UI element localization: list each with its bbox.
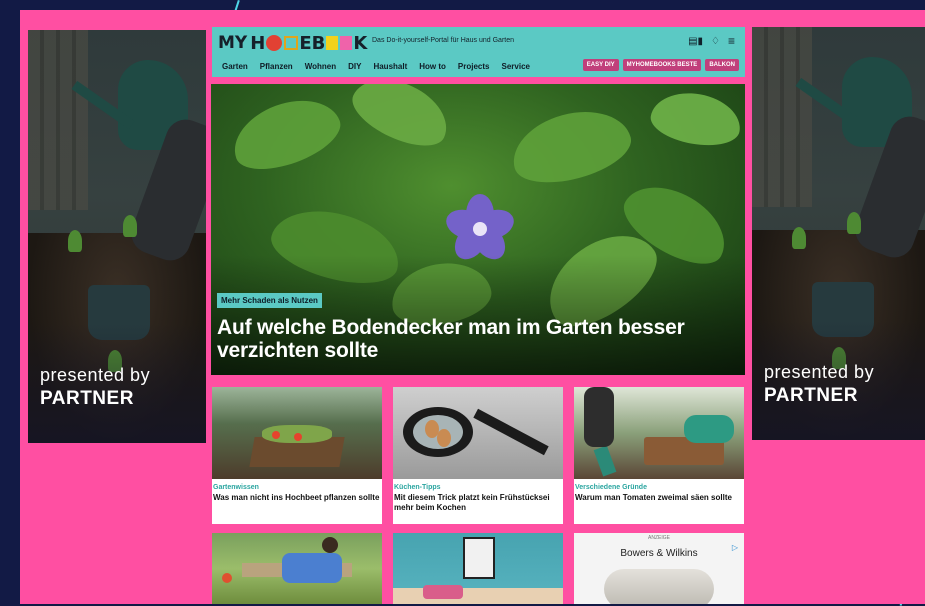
nav-item-pflanzen[interactable]: Pflanzen	[260, 62, 293, 71]
presented-by-text: presented by	[40, 365, 151, 385]
account-icon[interactable]: ▤▮	[688, 36, 703, 47]
nav-item-projects[interactable]: Projects	[458, 62, 490, 71]
partner-text: PARTNER	[764, 385, 858, 406]
right-side-ad[interactable]: presented by PARTNER	[752, 27, 925, 440]
hero-kicker: Mehr Schaden als Nutzen	[217, 293, 322, 308]
nav-item-garten[interactable]: Garten	[222, 62, 248, 71]
site-tagline: Das Do-it-yourself-Portal für Haus und G…	[372, 37, 514, 44]
logo-o-icon	[266, 35, 283, 51]
site-logo[interactable]: MY H E B K	[218, 33, 367, 54]
article-card-eggs[interactable]: Küchen-Tipps Mit diesem Trick platzt kei…	[393, 387, 563, 524]
nav-item-how-to[interactable]: How to	[419, 62, 446, 71]
card-title[interactable]: Mit diesem Trick platzt kein Frühstückse…	[394, 493, 563, 513]
article-card-tomaten[interactable]: Verschiedene Gründe Warum man Tomaten zw…	[574, 387, 744, 524]
pill-myhomebooks-beste[interactable]: MYHOMEBOOKS BESTE	[622, 59, 702, 71]
ad-label: ANZEIGE	[648, 535, 670, 541]
article-card-hochbeet[interactable]: Gartenwissen Was man nicht ins Hochbeet …	[212, 387, 382, 524]
seedling-image	[574, 387, 744, 479]
pill-balkon[interactable]: BALKON	[705, 59, 739, 71]
logo-o2-icon	[326, 36, 339, 50]
main-navigation: Garten Pflanzen Wohnen DIY Haushalt How …	[222, 62, 530, 71]
header-icons: ▤▮ ♢ ≡	[688, 34, 735, 48]
article-card-bench[interactable]	[212, 533, 382, 604]
card-category: Küchen-Tipps	[394, 484, 441, 491]
menu-icon[interactable]: ≡	[728, 34, 735, 48]
card-title[interactable]: Warum man Tomaten zweimal säen sollte	[575, 493, 744, 503]
nav-item-diy[interactable]: DIY	[348, 62, 361, 71]
ad-brand[interactable]: Bowers & Wilkins	[574, 548, 744, 559]
card-category: Verschiedene Gründe	[575, 484, 647, 491]
left-side-ad[interactable]: presented by PARTNER	[28, 30, 206, 443]
logo-o3-icon	[340, 36, 353, 50]
site-header: MY H E B K Das Do-it-yourself-Portal für…	[212, 27, 745, 77]
partner-text: PARTNER	[40, 388, 134, 409]
article-card-room[interactable]	[393, 533, 563, 604]
egg-pan-image	[393, 387, 563, 479]
card-category: Gartenwissen	[213, 484, 259, 491]
garden-bench-image	[212, 533, 382, 604]
headphones-image	[604, 569, 714, 604]
nav-item-haushalt[interactable]: Haushalt	[373, 62, 407, 71]
nav-item-service[interactable]: Service	[502, 62, 530, 71]
hero-article[interactable]: Mehr Schaden als Nutzen Auf welche Boden…	[211, 84, 745, 375]
bell-icon[interactable]: ♢	[711, 36, 720, 47]
topic-pills: EASY DIY MYHOMEBOOKS BESTE BALKON	[582, 59, 739, 71]
sponsored-ad[interactable]: ANZEIGE Bowers & Wilkins ▷	[574, 533, 744, 604]
logo-m-icon	[284, 36, 299, 50]
raised-bed-image	[212, 387, 382, 479]
ad-choices-icon[interactable]: ▷	[732, 543, 738, 552]
hero-title[interactable]: Auf welche Bodendecker man im Garten bes…	[217, 316, 737, 362]
nav-item-wohnen[interactable]: Wohnen	[305, 62, 336, 71]
pill-easy-diy[interactable]: EASY DIY	[582, 59, 619, 71]
presented-by-text: presented by	[764, 362, 875, 382]
card-title[interactable]: Was man nicht ins Hochbeet pflanzen soll…	[213, 493, 382, 503]
living-room-image	[393, 533, 563, 604]
